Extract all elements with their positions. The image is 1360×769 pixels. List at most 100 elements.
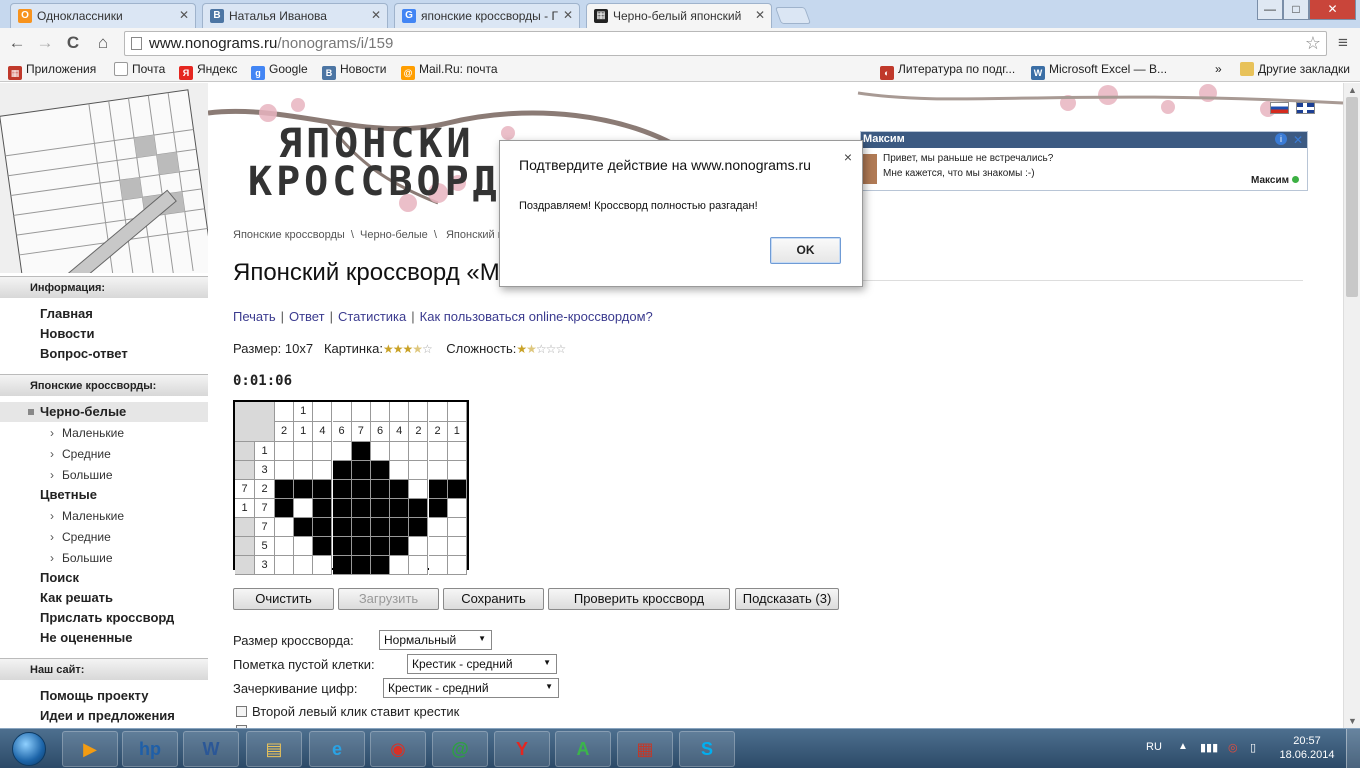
bookmark-google[interactable]: g Google — [251, 62, 308, 80]
grid-cell[interactable] — [332, 442, 352, 461]
grid-cell[interactable] — [371, 461, 390, 480]
grid-cell[interactable] — [409, 556, 429, 575]
grid-cell[interactable] — [390, 518, 410, 537]
sidebar-item-bw-large[interactable]: Большие — [50, 468, 113, 482]
grid-cell[interactable] — [294, 537, 314, 556]
column-clue[interactable]: 6 — [371, 422, 390, 442]
grid-cell[interactable] — [390, 556, 410, 575]
row-clue[interactable] — [235, 442, 255, 461]
paint-icon[interactable]: ▦ — [617, 731, 673, 767]
grid-cell[interactable] — [294, 480, 314, 499]
acrobat-icon[interactable]: A — [555, 731, 611, 767]
page-scrollbar[interactable]: ▲ ▼ — [1343, 83, 1360, 728]
grid-cell[interactable] — [428, 556, 448, 575]
grid-cell[interactable] — [390, 537, 410, 556]
grid-cell[interactable] — [275, 556, 294, 575]
grid-cell[interactable] — [332, 461, 352, 480]
ad-chat-widget[interactable]: Максим i ✕ Привет, мы раньше не встречал… — [860, 131, 1308, 191]
bookmark-excel[interactable]: W Microsoft Excel — В... — [1031, 62, 1167, 80]
grid-cell[interactable] — [428, 537, 448, 556]
close-icon[interactable]: ✕ — [563, 8, 573, 22]
sidebar-item-howto[interactable]: Как решать — [40, 590, 113, 605]
save-button[interactable]: Сохранить — [443, 588, 544, 610]
row-clue[interactable]: 1 — [235, 499, 255, 518]
column-clue[interactable] — [409, 402, 429, 422]
grid-cell[interactable] — [351, 442, 371, 461]
grid-cell[interactable] — [351, 499, 371, 518]
tab-vk[interactable]: В Наталья Иванова ✕ — [202, 3, 388, 28]
start-button[interactable] — [2, 729, 56, 769]
info-icon[interactable]: i — [1275, 133, 1287, 145]
column-clue[interactable]: 6 — [332, 422, 352, 442]
tab-nonograms[interactable]: ▦ Черно-белый японский ✕ — [586, 3, 772, 28]
grid-cell[interactable] — [428, 442, 448, 461]
grid-cell[interactable] — [409, 480, 429, 499]
close-icon[interactable]: ✕ — [755, 8, 765, 22]
row-clue[interactable]: 5 — [255, 537, 275, 556]
column-clue[interactable]: 2 — [428, 422, 448, 442]
bookmark-literature[interactable]: ◐ Литература по подг... — [880, 62, 1015, 80]
grid-cell[interactable] — [447, 537, 467, 556]
grid-cell[interactable] — [371, 537, 390, 556]
menu-icon[interactable]: ≡ — [1332, 32, 1354, 54]
grid-cell[interactable] — [313, 518, 333, 537]
grid-cell[interactable] — [294, 461, 314, 480]
grid-cell[interactable] — [447, 499, 467, 518]
grid-cell[interactable] — [332, 499, 352, 518]
grid-cell[interactable] — [275, 480, 294, 499]
grid-cell[interactable] — [294, 556, 314, 575]
grid-cell[interactable] — [351, 537, 371, 556]
column-clue[interactable] — [390, 402, 410, 422]
grid-cell[interactable] — [447, 442, 467, 461]
column-clue[interactable]: 2 — [409, 422, 429, 442]
media-player-icon[interactable]: ▶ — [62, 731, 118, 767]
russian-flag-icon[interactable] — [1270, 102, 1289, 114]
clear-button[interactable]: Очистить — [233, 588, 334, 610]
grid-cell[interactable] — [351, 480, 371, 499]
grid-cell[interactable] — [332, 537, 352, 556]
grid-cell[interactable] — [275, 461, 294, 480]
sidebar-item-bw-medium[interactable]: Средние — [50, 447, 111, 461]
close-icon[interactable]: ✕ — [1293, 133, 1303, 147]
column-clue[interactable] — [371, 402, 390, 422]
bookmark-yandex[interactable]: Я Яндекс — [179, 62, 237, 80]
row-clue[interactable]: 3 — [255, 556, 275, 575]
grid-cell[interactable] — [428, 518, 448, 537]
column-clue[interactable]: 7 — [351, 422, 371, 442]
grid-cell[interactable] — [351, 461, 371, 480]
english-flag-icon[interactable] — [1295, 102, 1315, 114]
power-icon[interactable]: ▯ — [1250, 741, 1256, 754]
sidebar-item-home[interactable]: Главная — [40, 306, 93, 321]
column-clue[interactable]: 1 — [447, 422, 467, 442]
sidebar-item-bw[interactable]: Черно-белые — [40, 404, 126, 419]
row-clue[interactable]: 2 — [255, 480, 275, 499]
close-icon[interactable]: ✕ — [371, 8, 381, 22]
bookmark-news[interactable]: В Новости — [322, 62, 386, 80]
close-window-button[interactable]: ✕ — [1309, 0, 1356, 20]
row-clue[interactable]: 3 — [255, 461, 275, 480]
scroll-down-arrow-icon[interactable]: ▼ — [1348, 716, 1357, 726]
statistics-link[interactable]: Статистика — [338, 309, 406, 324]
row-clue[interactable] — [235, 518, 255, 537]
back-button[interactable]: ← — [6, 32, 28, 54]
sidebar-item-search[interactable]: Поиск — [40, 570, 79, 585]
clock[interactable]: 20:57 18.06.2014 — [1277, 734, 1337, 762]
row-clue[interactable]: 7 — [255, 518, 275, 537]
new-tab-button[interactable] — [774, 7, 812, 24]
hint-button[interactable]: Подсказать (3) — [735, 588, 839, 610]
grid-cell[interactable] — [313, 537, 333, 556]
load-button[interactable]: Загрузить — [338, 588, 439, 610]
chrome-icon[interactable]: ◉ — [370, 731, 426, 767]
print-link[interactable]: Печать — [233, 309, 276, 324]
row-clue[interactable]: 7 — [235, 480, 255, 499]
explorer-icon[interactable]: ▤ — [246, 731, 302, 767]
grid-cell[interactable] — [371, 480, 390, 499]
grid-cell[interactable] — [428, 461, 448, 480]
grid-cell[interactable] — [371, 556, 390, 575]
tab-odnoklassniki[interactable]: О Одноклассники ✕ — [10, 3, 196, 28]
sidebar-item-bw-small[interactable]: Маленькие — [50, 426, 124, 440]
skype-icon[interactable]: S — [679, 731, 735, 767]
column-clue[interactable] — [351, 402, 371, 422]
sidebar-item-unrated[interactable]: Не оцененные — [40, 630, 133, 645]
grid-cell[interactable] — [313, 442, 333, 461]
